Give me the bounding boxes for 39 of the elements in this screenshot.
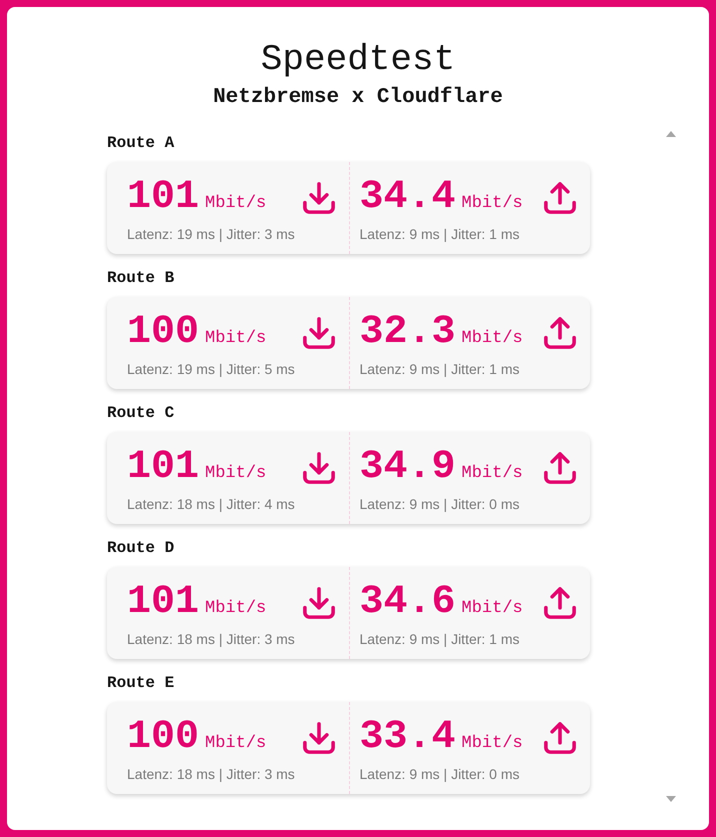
route-label: Route C — [107, 403, 176, 423]
latency-text: Latenz: 18 ms | Jitter: 4 ms — [127, 495, 296, 514]
speed-value: 33.4 — [360, 716, 456, 760]
speed-unit: Mbit/s — [205, 193, 266, 215]
speed-unit: Mbit/s — [462, 733, 523, 755]
speed-value: 101 — [127, 446, 200, 490]
latency-text: Latenz: 9 ms | Jitter: 1 ms — [360, 630, 521, 649]
speed-unit: Mbit/s — [462, 328, 523, 350]
latency-text: Latenz: 9 ms | Jitter: 0 ms — [360, 495, 521, 514]
scroll-up-arrow-icon[interactable] — [666, 131, 676, 137]
route-label: Route A — [107, 133, 176, 153]
speed-value: 34.6 — [360, 581, 456, 625]
speed-value: 101 — [127, 176, 200, 220]
speed-value: 101 — [127, 581, 200, 625]
route-label: Route B — [107, 268, 176, 288]
route-label: Route E — [107, 673, 176, 693]
speed-unit: Mbit/s — [205, 733, 266, 755]
speed-unit: Mbit/s — [462, 463, 523, 485]
speed-unit: Mbit/s — [205, 463, 266, 485]
latency-text: Latenz: 19 ms | Jitter: 3 ms — [127, 225, 296, 244]
latency-text: Latenz: 18 ms | Jitter: 3 ms — [127, 630, 296, 649]
speed-value: 34.4 — [360, 176, 456, 220]
latency-text: Latenz: 9 ms | Jitter: 1 ms — [360, 360, 521, 379]
speed-unit: Mbit/s — [205, 328, 266, 350]
route-label: Route D — [107, 538, 176, 558]
speed-value: 100 — [127, 716, 200, 760]
latency-text: Latenz: 9 ms | Jitter: 1 ms — [360, 225, 521, 244]
speed-unit: Mbit/s — [205, 598, 266, 620]
speed-unit: Mbit/s — [462, 193, 523, 215]
speed-value: 32.3 — [360, 311, 456, 355]
scroll-down-arrow-icon[interactable] — [666, 796, 676, 802]
speed-value: 34.9 — [360, 446, 456, 490]
latency-text: Latenz: 18 ms | Jitter: 3 ms — [127, 765, 296, 784]
latency-text: Latenz: 9 ms | Jitter: 0 ms — [360, 765, 521, 784]
latency-text: Latenz: 19 ms | Jitter: 5 ms — [127, 360, 296, 379]
page-title: Speedtest — [260, 38, 456, 81]
speed-value: 100 — [127, 311, 200, 355]
speed-unit: Mbit/s — [462, 598, 523, 620]
page-subtitle: Netzbremse x Cloudflare — [212, 86, 504, 110]
